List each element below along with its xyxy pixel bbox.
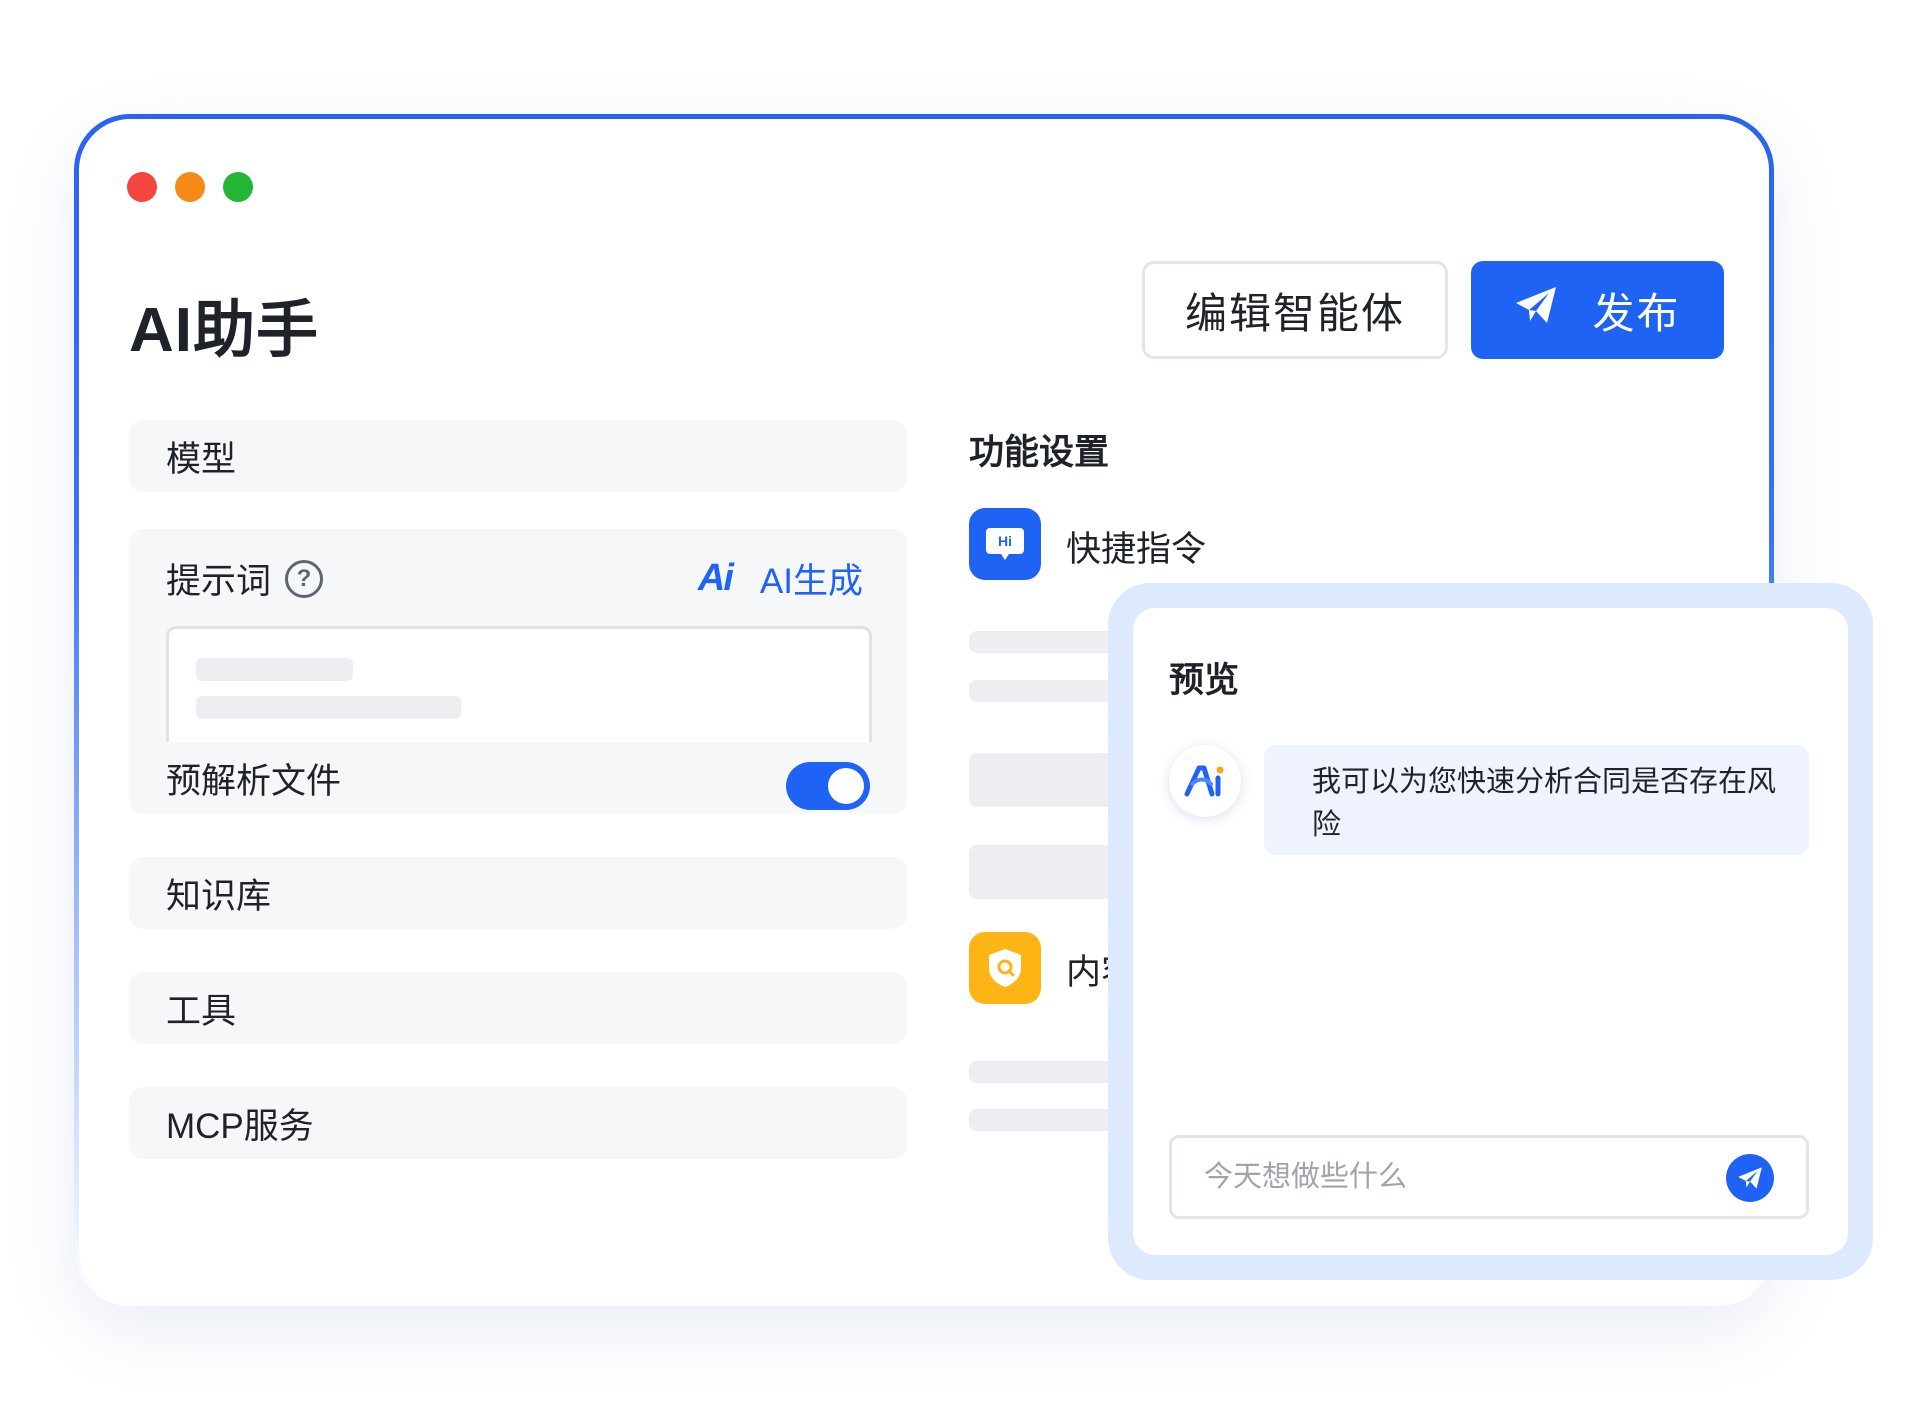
edit-agent-button[interactable]: 编辑智能体	[1142, 261, 1448, 359]
minimize-dot[interactable]	[175, 172, 205, 202]
model-item[interactable]: 模型	[129, 420, 907, 492]
skeleton-line	[969, 1109, 1129, 1131]
publish-button-label: 发布	[1592, 289, 1681, 337]
hi-chat-icon: Hi	[969, 508, 1041, 580]
mcp-item[interactable]: MCP服务	[129, 1087, 907, 1159]
prompt-label: 提示词	[166, 562, 272, 601]
publish-button[interactable]: 发布	[1471, 261, 1724, 359]
pre-parse-toggle[interactable]	[786, 762, 870, 810]
edit-agent-button-label: 编辑智能体	[1184, 289, 1405, 337]
svg-text:Hi: Hi	[998, 533, 1012, 549]
skeleton-line	[969, 1061, 1129, 1083]
skeleton-line	[969, 631, 1129, 653]
send-button[interactable]	[1726, 1154, 1774, 1202]
tools-label: 工具	[166, 991, 237, 1031]
placeholder-line	[196, 658, 353, 681]
assistant-message: 我可以为您快速分析合同是否存在风险	[1264, 745, 1809, 855]
send-icon	[1514, 285, 1558, 335]
maximize-dot[interactable]	[223, 172, 253, 202]
send-icon	[1738, 1167, 1762, 1189]
close-dot[interactable]	[127, 172, 157, 202]
prompt-label-row: 提示词 ?	[166, 553, 324, 604]
ai-logo-icon	[1169, 745, 1241, 817]
skeleton-block	[969, 845, 1129, 899]
model-label: 模型	[166, 439, 237, 479]
tools-item[interactable]: 工具	[129, 972, 907, 1044]
preview-card: 预览 我可以为您快速分析合同是否存在风险	[1133, 608, 1848, 1255]
knowledge-item[interactable]: 知识库	[129, 857, 907, 929]
chat-input[interactable]	[1204, 1138, 1704, 1216]
ai-generate-button[interactable]: Ai AI生成	[698, 553, 863, 604]
pre-parse-item: 预解析文件	[129, 742, 907, 814]
preview-title: 预览	[1169, 661, 1240, 700]
pre-parse-label: 预解析文件	[166, 761, 342, 801]
chat-input-box	[1169, 1135, 1809, 1219]
shield-search-icon	[969, 932, 1041, 1004]
toggle-knob	[828, 768, 864, 804]
knowledge-label: 知识库	[166, 876, 272, 916]
page-title: AI助手	[129, 296, 320, 365]
skeleton-line	[969, 680, 1129, 702]
skeleton-block	[969, 753, 1129, 807]
preview-panel: 预览 我可以为您快速分析合同是否存在风险	[1108, 583, 1873, 1280]
placeholder-line	[196, 696, 461, 719]
features-title: 功能设置	[969, 433, 1110, 472]
ai-generate-label: AI生成	[759, 562, 863, 601]
ai-sparkle-icon: Ai	[697, 557, 734, 599]
shortcut-label[interactable]: 快捷指令	[1066, 521, 1206, 572]
question-circle-icon[interactable]: ?	[285, 559, 324, 598]
mcp-label: MCP服务	[166, 1106, 314, 1146]
